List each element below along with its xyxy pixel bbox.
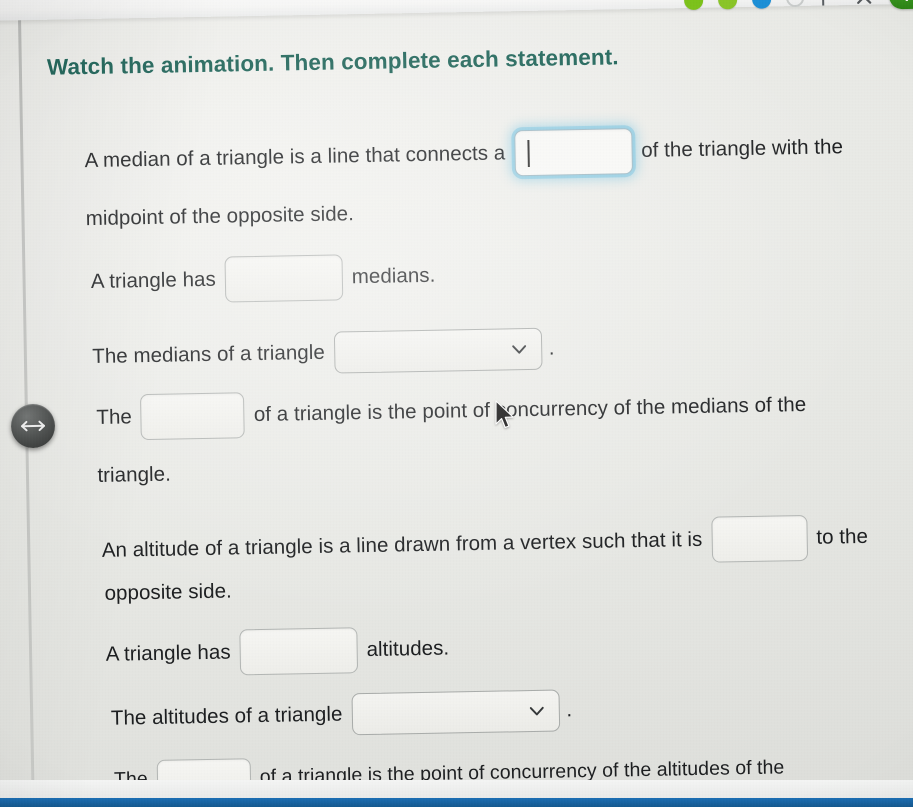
taskbar <box>0 798 913 807</box>
statement-altitude-definition-continuation: opposite side. <box>104 579 233 605</box>
bottom-chrome <box>0 780 913 798</box>
median-count-blank[interactable] <box>224 254 344 303</box>
statement-centroid: The of a triangle is the point of concur… <box>96 382 807 441</box>
median-vertex-blank[interactable] <box>513 128 633 177</box>
statement-centroid-continuation: triangle. <box>97 462 172 487</box>
medians-property-dropdown[interactable] <box>333 327 543 374</box>
statement-altitudes-property: The altitudes of a triangle . <box>111 689 573 739</box>
statement-text-after: medians. <box>351 263 436 288</box>
chevron-down-icon <box>529 706 544 716</box>
statement-text-after: of the triangle with the <box>641 134 844 162</box>
statement-text-continuation: midpoint of the opposite side. <box>85 202 355 231</box>
statement-text-before: The <box>96 405 133 429</box>
statement-median-count: A triangle has medians. <box>90 253 436 305</box>
altitude-relation-blank[interactable] <box>710 514 808 563</box>
statement-text-before: An altitude of a triangle is a line draw… <box>101 527 703 562</box>
statement-text-continuation: opposite side. <box>104 579 233 605</box>
altitudes-property-dropdown[interactable] <box>351 689 560 736</box>
statement-median-definition-continuation: midpoint of the opposite side. <box>85 202 355 231</box>
statement-text-before: A triangle has <box>105 640 231 666</box>
statement-text-after: . <box>548 336 555 360</box>
statement-text-before: A median of a triangle is a line that co… <box>84 141 506 172</box>
quiz-content: Watch the animation. Then complete each … <box>0 0 913 807</box>
left-right-arrow-icon <box>21 420 45 432</box>
statement-altitude-count: A triangle has altitudes. <box>105 626 449 678</box>
statement-text-after: of a triangle is the point of concurrenc… <box>253 392 807 426</box>
statement-median-definition: A median of a triangle is a line that co… <box>84 124 843 184</box>
statement-text-continuation: triangle. <box>97 462 172 487</box>
altitude-count-blank[interactable] <box>239 627 359 676</box>
statement-text-before: The altitudes of a triangle <box>110 702 343 730</box>
statement-text-after: to the <box>816 524 869 549</box>
chevron-down-icon <box>511 345 526 354</box>
statement-medians-property: The medians of a triangle . <box>92 327 555 378</box>
screen-photo: I'm Watch the animation. Then complete e… <box>0 0 913 807</box>
statement-text-after: altitudes. <box>366 636 450 661</box>
statement-altitude-definition: An altitude of a triangle is a line draw… <box>101 514 868 574</box>
statement-text-after: . <box>566 698 573 722</box>
centroid-blank[interactable] <box>140 392 246 441</box>
statement-text-before: The medians of a triangle <box>92 340 326 368</box>
statement-text-before: A triangle has <box>90 267 216 293</box>
page-title: Watch the animation. Then complete each … <box>46 44 619 80</box>
